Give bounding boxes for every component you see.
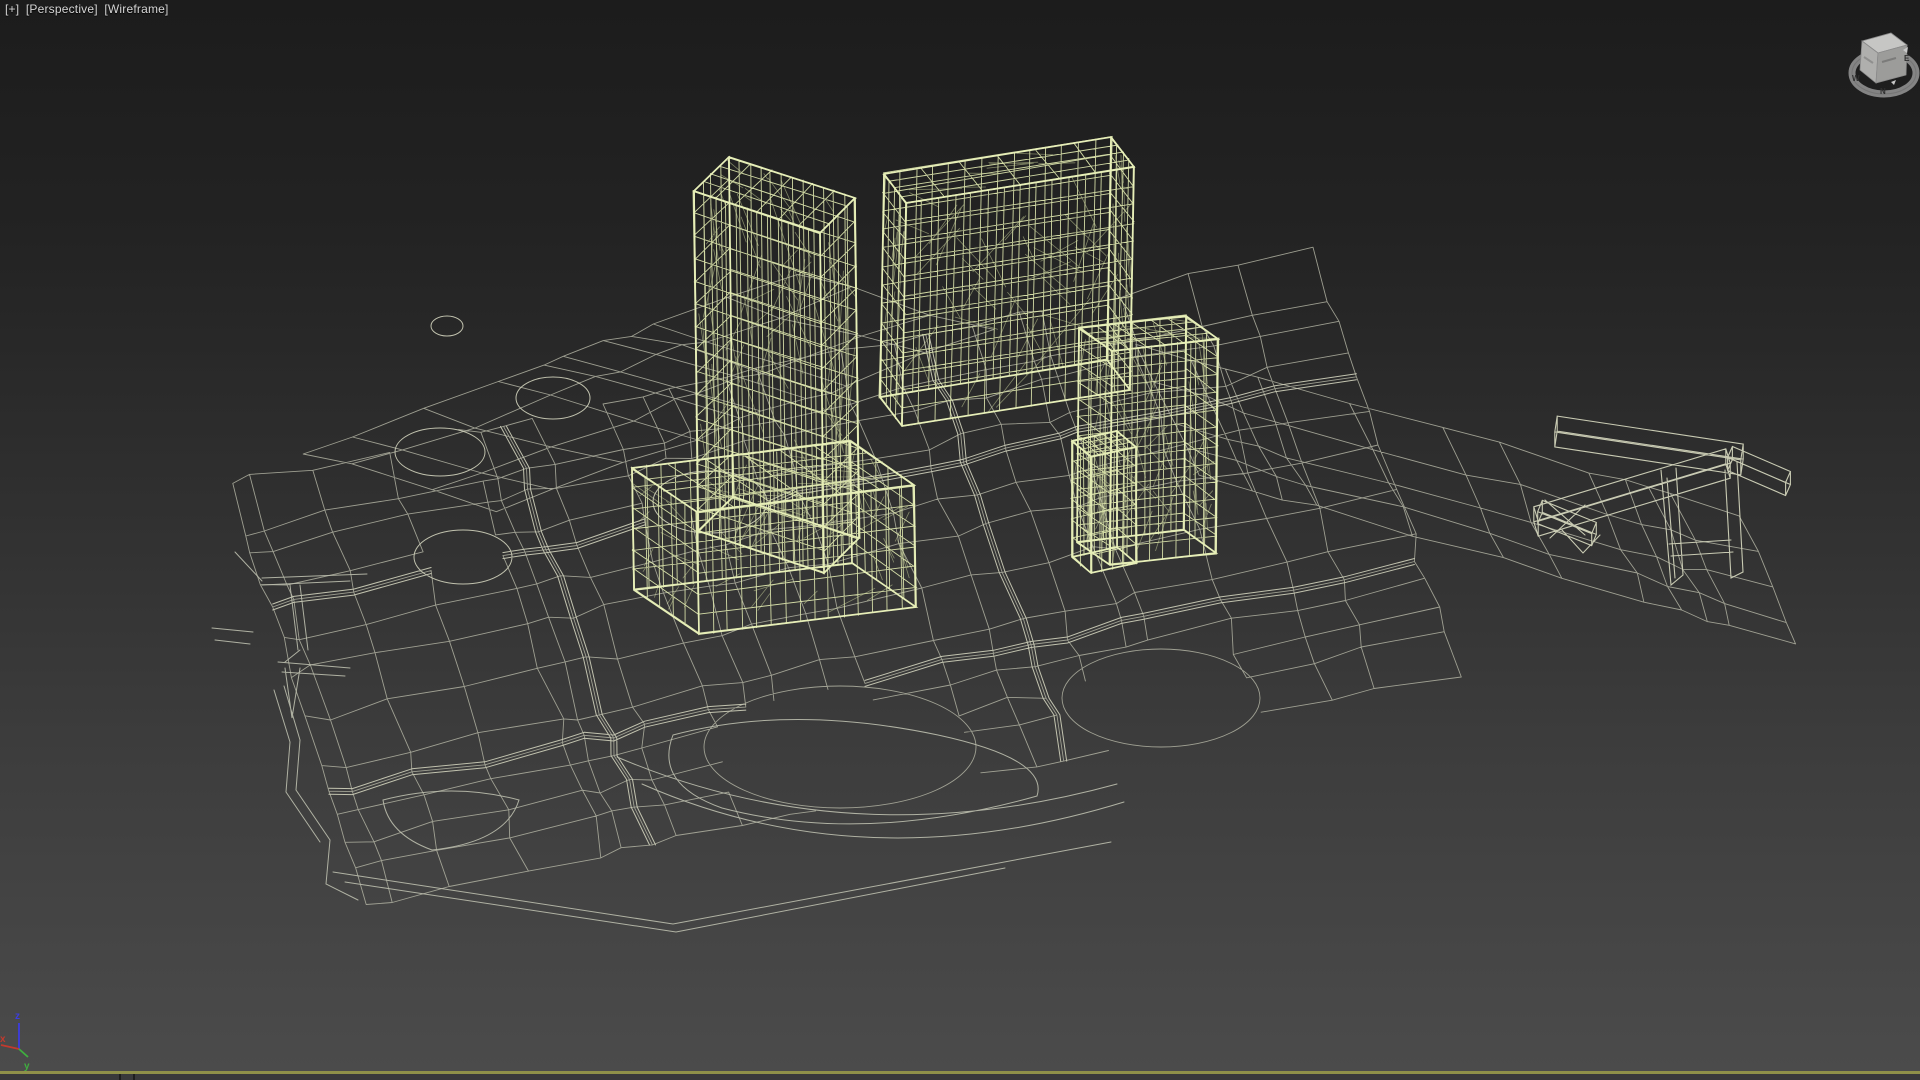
viewcube-ring-tick <box>1891 80 1896 85</box>
road-curves-wireframe[interactable] <box>211 551 1125 933</box>
compass-west[interactable]: W <box>1852 74 1860 83</box>
world-axis-gizmo: z x y <box>0 1011 30 1072</box>
perspective-viewport[interactable]: [+] [Perspective] [Wireframe] W N E z x … <box>0 0 1920 1080</box>
compass-east[interactable]: E <box>1904 54 1910 63</box>
x-axis-line <box>0 1044 20 1050</box>
strip-tick <box>133 1074 135 1080</box>
wire-path-curv <box>211 551 1125 933</box>
x-axis-label: x <box>0 1034 6 1045</box>
strip-tick <box>119 1074 121 1080</box>
view-menu[interactable]: [Perspective] <box>26 2 98 16</box>
wireframe-scene[interactable] <box>0 0 1920 1080</box>
z-axis-label: z <box>15 1011 20 1022</box>
wire-path-bri <box>630 135 1220 636</box>
compass-north[interactable]: N <box>1880 87 1886 96</box>
building-wireframes[interactable] <box>630 135 1221 636</box>
y-axis-line <box>18 1048 29 1058</box>
viewcube[interactable]: W N E <box>1839 24 1920 116</box>
status-strip <box>0 1074 1920 1080</box>
shading-menu[interactable]: [Wireframe] <box>104 2 168 16</box>
pov-menu[interactable]: [+] <box>5 2 19 16</box>
viewport-label: [+] [Perspective] [Wireframe] <box>5 2 172 16</box>
